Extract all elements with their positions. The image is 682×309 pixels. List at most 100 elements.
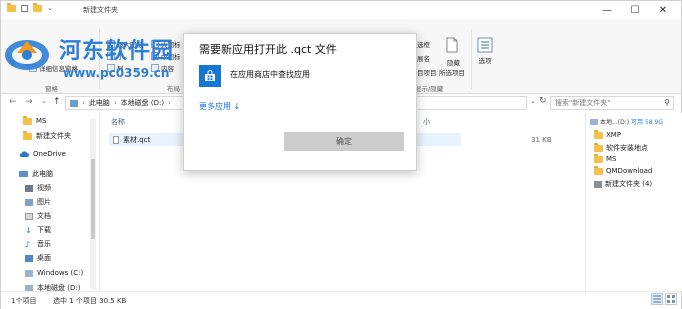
nav-item-music[interactable]: ♪ 音乐	[25, 239, 51, 249]
ok-button[interactable]: 确定	[284, 132, 404, 151]
preview-folder-item[interactable]: MS	[594, 153, 616, 163]
close-button[interactable]: ✕	[649, 1, 677, 19]
nav-item-label: 文档	[37, 212, 51, 220]
folder-icon	[7, 2, 16, 12]
folder-icon	[594, 153, 603, 163]
preview-folder-item[interactable]: QMDownload	[594, 165, 653, 175]
hide-icon	[446, 37, 458, 53]
preview-folder-label: QMDownload	[606, 167, 653, 175]
nav-item-downloads[interactable]: ↓ 下载	[25, 225, 51, 235]
column-header-name[interactable]: 名称	[111, 117, 125, 127]
options-button[interactable]: 选项	[477, 37, 493, 65]
address-dropdown-button[interactable]: ⌄	[530, 97, 536, 105]
drive-icon	[25, 269, 33, 277]
nav-item-label: 桌面	[37, 254, 51, 262]
ribbon-group-layout: 布局	[167, 85, 180, 93]
breadcrumb-chevron-icon: ›	[168, 99, 171, 107]
status-selection: 选中 1 个项目 30.5 KB	[53, 297, 127, 305]
status-item-count: 1个项目	[11, 297, 37, 305]
preview-folder-label: 软件安装地点	[606, 144, 648, 152]
nav-item-drive-c[interactable]: Windows (C:)	[25, 269, 83, 277]
folder-icon	[23, 115, 32, 125]
find-app-in-store-option[interactable]: 在应用商店中查找应用	[230, 69, 310, 80]
more-apps-link[interactable]: 更多应用 ↓	[199, 101, 240, 112]
preview-folder-item[interactable]: 软件安装地点	[594, 142, 648, 153]
nav-item-label: MS	[36, 117, 47, 125]
breadcrumb-chevron-icon: ›	[82, 99, 85, 107]
hidden-items-option[interactable]: 目项目	[417, 67, 437, 77]
nav-item-onedrive[interactable]: OneDrive	[19, 150, 66, 158]
preview-folder-item[interactable]: 新建文件夹 (4)	[594, 179, 652, 189]
properties-icon[interactable]	[21, 4, 28, 12]
navigation-pane: MS 新建文件夹 OneDrive 此电脑 视频 图片 文档 ↓ 下载 ♪ 音乐…	[1, 113, 100, 292]
nav-item-new-folder[interactable]: 新建文件夹	[23, 130, 71, 141]
item-checkbox-option[interactable]: 选框	[417, 39, 430, 49]
customize-chevron-icon[interactable]: ⌄	[47, 4, 53, 12]
tiles-view-icon	[667, 295, 675, 303]
explorer-window: ⌄ 新建文件夹 — ☐ ✕ 导 贴 超大图标 大图标 小 中图标 详	[0, 0, 682, 309]
minimize-button[interactable]: —	[593, 1, 621, 19]
file-name: 素材.qct	[123, 135, 151, 144]
maximize-button[interactable]: ☐	[621, 1, 649, 19]
back-button[interactable]: ←	[9, 97, 17, 107]
breadcrumb-drive-d[interactable]: 本地磁盘 (D:)	[121, 98, 164, 108]
hide-label: 隐藏	[447, 59, 460, 67]
watermark-title: 河东软件园	[59, 38, 175, 64]
folder-icon	[594, 165, 603, 175]
cloud-icon	[19, 150, 29, 157]
navigation-scrollbar[interactable]	[90, 119, 96, 289]
nav-item-label: 此电脑	[32, 170, 53, 178]
preview-folder-item[interactable]: XMP	[594, 129, 622, 139]
dialog-title: 需要新应用打开此 .qct 文件	[199, 43, 337, 56]
search-box[interactable]: 搜索"新建文件夹" ⚲	[550, 96, 674, 110]
details-view-button[interactable]	[651, 293, 663, 305]
hide-selected-button[interactable]	[445, 37, 459, 53]
file-size: 31 KB	[531, 136, 552, 144]
store-bag-icon	[205, 70, 215, 81]
options-label: 选项	[478, 57, 492, 65]
drive-info: 本地...(D:) 可用 58.9G	[590, 117, 663, 126]
preview-folder-label: XMP	[606, 131, 622, 139]
computer-icon	[70, 99, 78, 107]
nav-item-label: 音乐	[37, 240, 51, 248]
nav-item-pictures[interactable]: 图片	[25, 197, 51, 207]
search-placeholder: 搜索"新建文件夹"	[555, 99, 611, 107]
video-icon	[25, 184, 33, 192]
computer-icon	[19, 171, 28, 177]
large-icons-view-button[interactable]	[665, 293, 677, 305]
desktop-icon	[25, 254, 33, 262]
scrollbar-thumb[interactable]	[91, 159, 95, 239]
store-icon[interactable]	[199, 65, 221, 87]
recent-locations-button[interactable]: ⌄	[41, 97, 47, 105]
document-icon	[25, 212, 33, 220]
ribbon-group-panes: 窗格	[45, 85, 58, 93]
nav-item-ms[interactable]: MS	[23, 115, 47, 125]
window-title: 新建文件夹	[83, 6, 118, 14]
folder-icon	[23, 130, 32, 140]
nav-item-this-pc[interactable]: 此电脑	[19, 169, 53, 179]
nav-item-documents[interactable]: 文档	[25, 211, 51, 221]
watermark-logo	[5, 40, 49, 70]
preview-pane: 本地...(D:) 可用 58.9G XMP 软件安装地点 MS QMDownl…	[585, 113, 682, 291]
details-view-icon	[653, 295, 661, 303]
column-header-size[interactable]: 小	[423, 117, 430, 127]
new-folder-icon[interactable]	[33, 2, 42, 12]
refresh-button[interactable]: ↻	[539, 96, 547, 106]
preview-folder-label: 新建文件夹 (4)	[605, 180, 653, 188]
extensions-option[interactable]: 展名	[417, 53, 430, 63]
options-icon	[477, 37, 493, 53]
search-icon[interactable]: ⚲	[664, 98, 670, 107]
nav-item-desktop[interactable]: 桌面	[25, 253, 51, 263]
breadcrumb-this-pc[interactable]: 此电脑	[89, 98, 110, 108]
breadcrumb-chevron-icon: ›	[113, 99, 117, 107]
drive-free-space: 可用 58.9G	[631, 119, 663, 126]
folder-icon	[594, 142, 603, 152]
drive-icon	[590, 118, 598, 125]
nav-item-label: 视频	[37, 184, 51, 192]
nav-item-videos[interactable]: 视频	[25, 183, 51, 193]
status-bar: 1个项目 选中 1 个项目 30.5 KB	[1, 291, 681, 309]
up-button[interactable]: ↑	[53, 97, 61, 107]
forward-button[interactable]: →	[25, 97, 33, 107]
drive-label: 本地...(D:)	[600, 119, 630, 126]
archive-icon	[594, 180, 602, 188]
